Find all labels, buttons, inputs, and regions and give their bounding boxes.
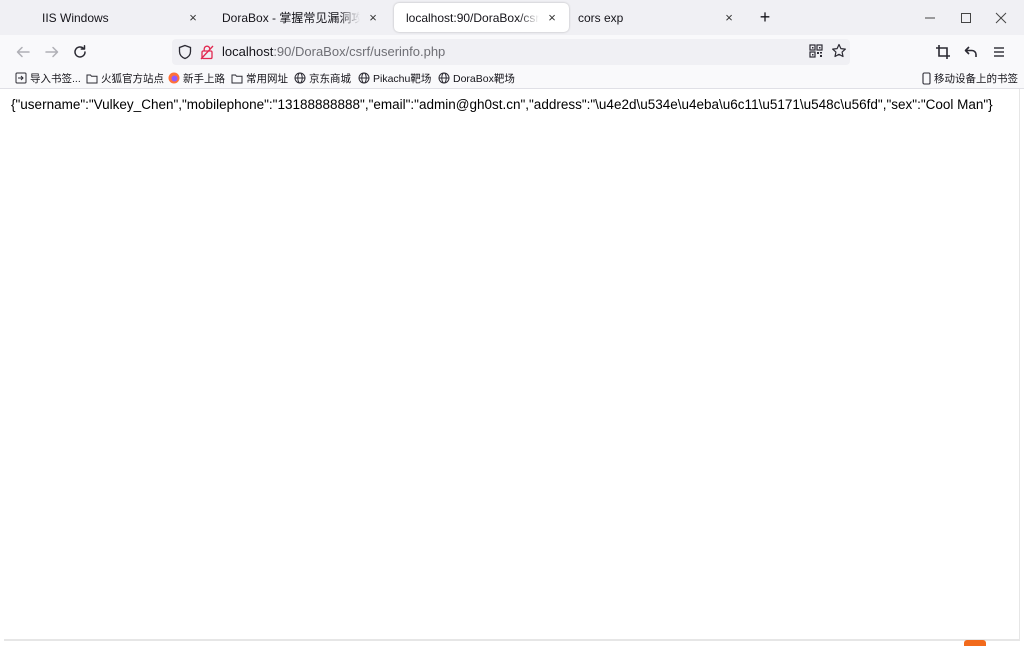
maximize-icon bbox=[961, 12, 971, 23]
back-arrow-icon bbox=[16, 46, 30, 58]
firefox-icon bbox=[167, 72, 180, 85]
tab-dorabox[interactable]: DoraBox - 掌握常见漏洞攻防，快速 × bbox=[210, 3, 390, 32]
hamburger-menu-icon bbox=[994, 47, 1004, 57]
tab-cors-exp[interactable]: cors exp × bbox=[566, 3, 746, 32]
bookmark-label: DoraBox靶场 bbox=[453, 72, 515, 85]
reload-button[interactable] bbox=[67, 39, 93, 65]
tab-close-icon[interactable]: × bbox=[722, 10, 736, 25]
tab-title: localhost:90/DoraBox/csrf/userinfo.php bbox=[406, 10, 539, 25]
menu-button[interactable] bbox=[986, 39, 1012, 65]
bookmark-jd[interactable]: 京东商城 bbox=[293, 70, 351, 86]
bookmark-folder-firefox-site[interactable]: 火狐官方站点 bbox=[85, 70, 164, 86]
bookmark-label: 常用网址 bbox=[246, 72, 288, 85]
forward-button[interactable] bbox=[39, 39, 65, 65]
page-content: {"username":"Vulkey_Chen","mobilephone":… bbox=[0, 89, 1024, 646]
bookmark-label: 火狐官方站点 bbox=[101, 72, 164, 85]
bookmarks-toolbar: 导入书签... 火狐官方站点 新手上路 常用网址 京东商城 Pikachu靶场 … bbox=[0, 68, 1024, 89]
tab-strip: IIS Windows × DoraBox - 掌握常见漏洞攻防，快速 × lo… bbox=[0, 0, 1024, 35]
globe-icon bbox=[293, 72, 306, 85]
tab-title: DoraBox - 掌握常见漏洞攻防，快速 bbox=[222, 11, 360, 25]
bookmark-label: 新手上路 bbox=[183, 72, 225, 85]
tab-title: cors exp bbox=[578, 10, 624, 25]
bookmark-label: 京东商城 bbox=[309, 72, 351, 85]
screenshot-button[interactable] bbox=[930, 39, 956, 65]
tab-iis-windows[interactable]: IIS Windows × bbox=[30, 3, 210, 32]
close-window-button[interactable] bbox=[983, 0, 1019, 35]
taskbar-app-icon bbox=[964, 640, 986, 646]
url-host: localhost bbox=[222, 44, 274, 59]
right-edge bbox=[1019, 89, 1020, 641]
new-tab-button[interactable]: + bbox=[754, 7, 776, 29]
minimize-icon bbox=[925, 17, 935, 18]
bookmark-folder-common[interactable]: 常用网址 bbox=[230, 70, 288, 86]
url-path: :90/DoraBox/csrf/userinfo.php bbox=[273, 44, 446, 59]
tab-title: IIS Windows bbox=[42, 10, 109, 25]
folder-icon bbox=[85, 72, 98, 85]
close-icon bbox=[995, 12, 1007, 23]
tab-close-icon[interactable]: × bbox=[186, 10, 200, 25]
bookmark-star-icon[interactable] bbox=[831, 43, 847, 64]
globe-icon bbox=[437, 72, 450, 85]
insecure-lock-icon[interactable] bbox=[200, 44, 214, 65]
mobile-device-icon bbox=[921, 71, 931, 85]
bookmark-import[interactable]: 导入书签... bbox=[14, 70, 81, 86]
maximize-button[interactable] bbox=[948, 0, 984, 35]
address-bar[interactable]: localhost:90/DoraBox/csrf/userinfo.php bbox=[172, 39, 850, 65]
import-icon bbox=[14, 72, 27, 85]
forward-arrow-icon bbox=[45, 46, 59, 58]
globe-icon bbox=[357, 72, 370, 85]
navigation-toolbar: localhost:90/DoraBox/csrf/userinfo.php bbox=[0, 35, 1024, 68]
back-button[interactable] bbox=[10, 39, 36, 65]
tab-userinfo[interactable]: localhost:90/DoraBox/csrf/userinfo.php × bbox=[394, 3, 569, 32]
folder-icon bbox=[230, 72, 243, 85]
bookmark-pikachu[interactable]: Pikachu靶场 bbox=[357, 70, 431, 86]
reload-icon bbox=[74, 45, 86, 58]
browser-window: IIS Windows × DoraBox - 掌握常见漏洞攻防，快速 × lo… bbox=[0, 0, 1024, 646]
undo-icon bbox=[964, 46, 977, 57]
minimize-button[interactable] bbox=[912, 0, 948, 35]
qr-code-icon[interactable] bbox=[809, 44, 823, 63]
json-response-text: {"username":"Vulkey_Chen","mobilephone":… bbox=[11, 97, 993, 112]
bottom-edge bbox=[4, 639, 1020, 641]
tab-close-icon[interactable]: × bbox=[366, 10, 380, 25]
shield-icon[interactable] bbox=[178, 44, 192, 65]
crop-icon bbox=[936, 45, 950, 59]
undo-button[interactable] bbox=[958, 39, 984, 65]
bookmark-dorabox[interactable]: DoraBox靶场 bbox=[437, 70, 515, 86]
tab-close-icon[interactable]: × bbox=[545, 10, 559, 25]
bookmark-label: 导入书签... bbox=[30, 72, 81, 85]
url-text[interactable]: localhost:90/DoraBox/csrf/userinfo.php bbox=[222, 44, 445, 59]
bookmark-label: Pikachu靶场 bbox=[373, 72, 432, 85]
mobile-bookmarks-label: 移动设备上的书签 bbox=[934, 72, 1018, 85]
bookmark-getting-started[interactable]: 新手上路 bbox=[167, 70, 225, 86]
mobile-bookmarks[interactable]: 移动设备上的书签 bbox=[921, 70, 1018, 86]
